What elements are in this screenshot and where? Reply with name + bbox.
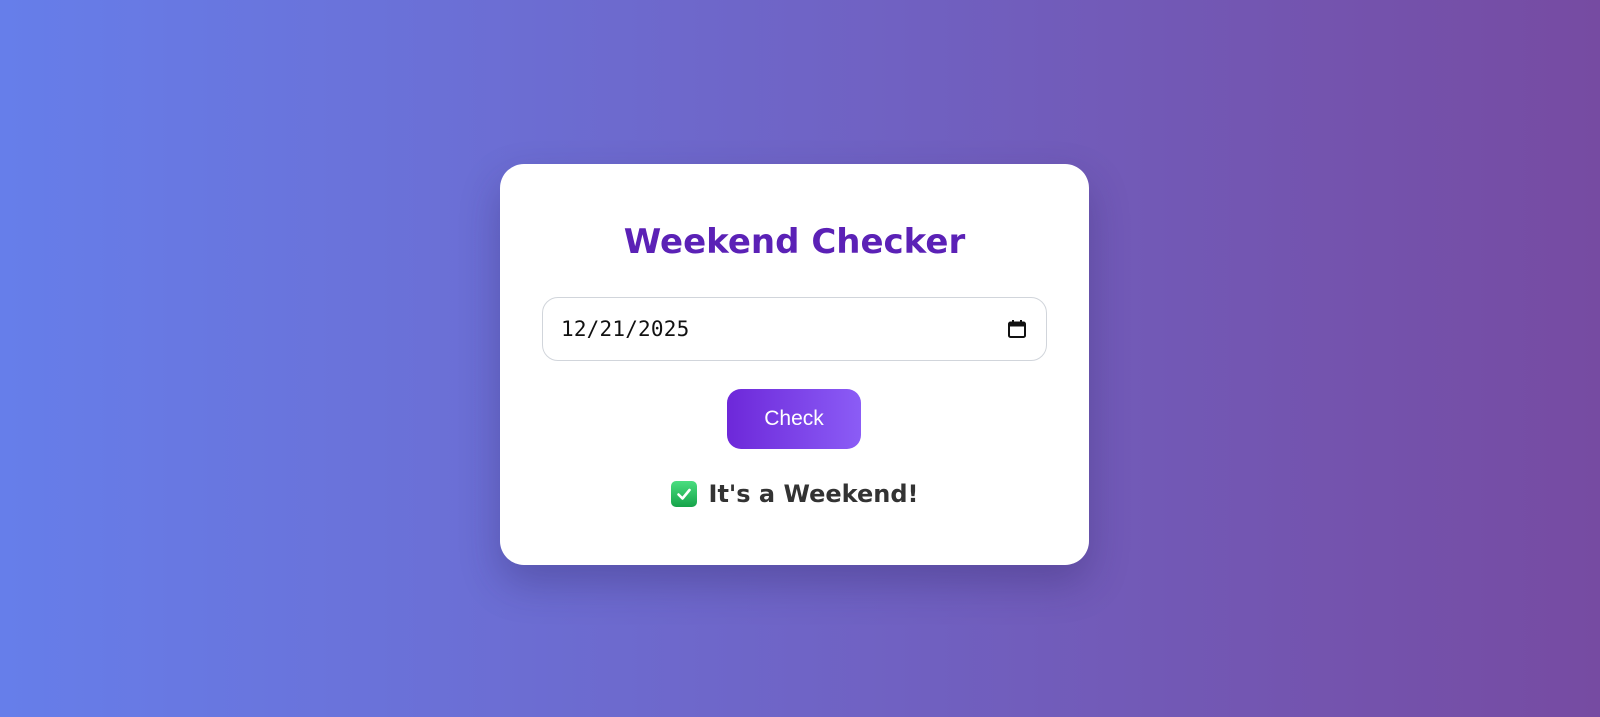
check-button[interactable]: Check — [727, 389, 861, 449]
date-input[interactable]: 12/21/2025 — [542, 297, 1047, 361]
check-mark-emoji-icon — [670, 481, 697, 507]
result-message: It's a Weekend! — [500, 480, 1089, 508]
result-text: It's a Weekend! — [708, 480, 919, 508]
checker-card: Weekend Checker 12/21/2025 Check It's a … — [500, 164, 1089, 565]
date-value: 12/21/2025 — [561, 317, 690, 341]
calendar-icon[interactable] — [1006, 318, 1028, 340]
page-title: Weekend Checker — [623, 222, 966, 262]
